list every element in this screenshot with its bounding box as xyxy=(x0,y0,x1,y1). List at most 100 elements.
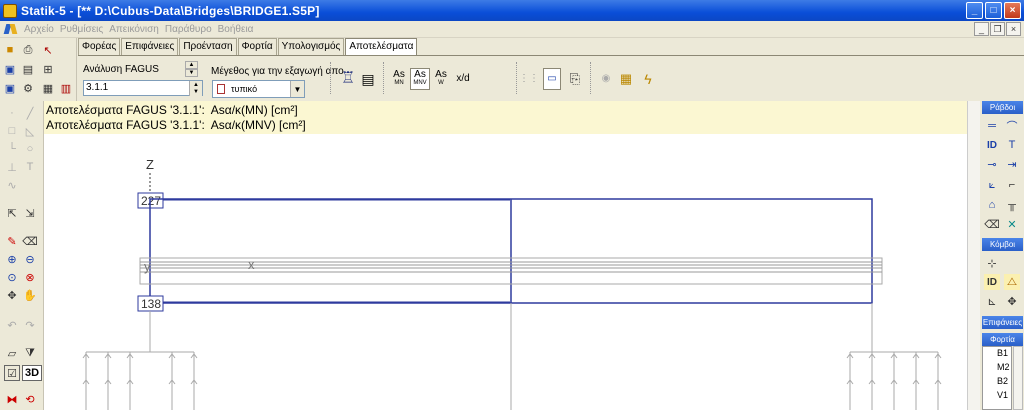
frame-icon[interactable]: ⌐ xyxy=(1004,177,1020,193)
node-icon[interactable]: ⊹ xyxy=(984,255,1000,271)
node-move-icon[interactable]: ✥ xyxy=(1004,293,1020,309)
lightning-icon[interactable]: ϟ xyxy=(638,68,658,90)
dimension-line-icon[interactable]: ⊥ xyxy=(4,159,20,175)
arrow-link-icon[interactable]: ⇥ xyxy=(1004,156,1020,172)
preview-icon[interactable]: ▤ xyxy=(20,61,36,77)
loads-scrollbar[interactable] xyxy=(1013,346,1023,410)
print-icon[interactable]: ⎙ xyxy=(20,42,36,58)
node-link-icon[interactable]: ⊸ xyxy=(984,156,1000,172)
zoom-in-icon[interactable]: ⊕ xyxy=(4,251,20,267)
node-id-icon[interactable]: ID xyxy=(984,274,1000,290)
tab-prestress[interactable]: Προένταση xyxy=(179,38,237,55)
point-icon[interactable]: · xyxy=(4,105,20,121)
rectangle-icon[interactable]: □ xyxy=(4,123,20,139)
as-mn-button[interactable]: As MN xyxy=(389,68,409,90)
menu-view[interactable]: Απεικόνιση xyxy=(106,24,162,35)
corner-icon[interactable]: └ xyxy=(4,141,20,157)
doc-close-button[interactable]: × xyxy=(1006,22,1021,36)
load-item-v1[interactable]: V1 xyxy=(997,390,1008,400)
menu-settings[interactable]: Ρυθμίσεις xyxy=(57,24,106,35)
view-3d-button[interactable]: 3D xyxy=(22,365,42,381)
load-item-b1[interactable]: B1 xyxy=(997,348,1008,358)
checkbox-icon[interactable]: ☑ xyxy=(4,365,20,381)
analysis-down-icon[interactable]: ▼ xyxy=(185,69,198,77)
circle-icon[interactable]: ○ xyxy=(22,141,38,157)
axis-icon[interactable]: ⟀ xyxy=(984,177,1000,193)
curved-beam-icon[interactable]: ⌒ xyxy=(1004,118,1020,134)
tab-structure[interactable]: Φορέας xyxy=(78,38,121,55)
eraser-icon[interactable]: ⌫ xyxy=(984,216,1000,232)
line-icon[interactable]: ╱ xyxy=(22,105,38,121)
menu-window[interactable]: Παράθυρο xyxy=(162,24,215,35)
zoom-out-icon[interactable]: ⊖ xyxy=(22,251,38,267)
plane-icon[interactable]: ▱ xyxy=(4,345,20,361)
support-icon[interactable]: ⌂ xyxy=(984,197,1000,213)
load-item-m2[interactable]: M2 xyxy=(997,362,1010,372)
mirror-icon[interactable]: ⧓ xyxy=(4,391,20,407)
save-as-icon[interactable]: ▣ xyxy=(2,80,18,96)
analysis-spinner[interactable]: 3.1.1 ▲ ▼ xyxy=(83,80,203,96)
tab-calculation[interactable]: Υπολογισμός xyxy=(277,38,345,55)
node-support-icon[interactable]: ⧍ xyxy=(1004,274,1020,290)
doc-restore-button[interactable]: ❐ xyxy=(990,22,1005,36)
chair-icon[interactable]: ♖ xyxy=(338,68,358,90)
curve-icon[interactable]: ∿ xyxy=(4,177,20,193)
scale-icon[interactable]: ⋮⋮⋮ xyxy=(519,68,549,90)
as-w-button[interactable]: As W xyxy=(431,68,451,90)
redo-icon[interactable]: ↷ xyxy=(22,317,38,333)
doc-minimize-button[interactable]: _ xyxy=(974,22,989,36)
bar-id-icon[interactable]: ID xyxy=(984,137,1000,153)
minimize-button[interactable]: _ xyxy=(966,2,983,19)
tab-surfaces[interactable]: Επιφάνειες xyxy=(121,38,179,55)
beam-icon[interactable]: ═ xyxy=(984,118,1000,134)
bars-header[interactable]: Ράβδοι xyxy=(982,101,1023,114)
export-icon[interactable]: ⎘ xyxy=(565,68,585,90)
copy-icon[interactable]: ⇲ xyxy=(22,205,38,221)
tab-results[interactable]: Αποτελέσματα xyxy=(345,38,418,55)
rotate-icon[interactable]: ⟲ xyxy=(22,391,38,407)
maximize-button[interactable]: □ xyxy=(985,2,1002,19)
document-icon[interactable] xyxy=(4,23,18,35)
nodes-header[interactable]: Κόμβοι xyxy=(982,238,1023,251)
delete-icon[interactable]: ✕ xyxy=(1004,216,1020,232)
chart-icon[interactable]: ▦ xyxy=(616,68,636,90)
vertical-scrollbar[interactable] xyxy=(967,101,980,410)
move-icon[interactable]: ⇱ xyxy=(4,205,20,221)
dimension-icon[interactable]: ▭ xyxy=(543,68,561,90)
sheet-icon[interactable]: ▤ xyxy=(358,68,378,90)
grid-icon[interactable]: ⊞ xyxy=(40,61,56,77)
node-axes-icon[interactable]: ⊾ xyxy=(984,293,1000,309)
pan-hand-icon[interactable]: ✋ xyxy=(22,287,38,303)
menu-file[interactable]: Αρχείο xyxy=(21,24,57,35)
loads-header[interactable]: Φορτία xyxy=(982,333,1023,346)
xd-button[interactable]: x/d xyxy=(451,68,475,90)
new-file-icon[interactable]: ■ xyxy=(2,42,18,58)
eraser-icon[interactable]: ⌫ xyxy=(22,233,38,249)
table-icon[interactable]: ▦ xyxy=(40,80,56,96)
analysis-up-icon[interactable]: ▲ xyxy=(185,61,198,69)
hinge-icon[interactable]: ╥ xyxy=(1004,197,1020,213)
undo-icon[interactable]: ↶ xyxy=(4,317,20,333)
chevron-down-icon[interactable]: ▼ xyxy=(290,81,304,97)
section-icon[interactable]: ⧩ xyxy=(22,345,38,361)
zoom-all-icon[interactable]: ⊗ xyxy=(22,269,38,285)
zoom-window-icon[interactable]: ⊙ xyxy=(4,269,20,285)
surfaces-header[interactable]: Επιφάνειες xyxy=(982,316,1023,329)
pencil-icon[interactable]: ✎ xyxy=(4,233,20,249)
view-icon[interactable]: ◉ xyxy=(596,68,616,90)
drawing-canvas[interactable]: Αποτελέσματα FAGUS '3.1.1': Asα/κ(MN) [c… xyxy=(44,101,980,410)
select-icon[interactable]: ↖ xyxy=(40,42,56,58)
save-icon[interactable]: ▣ xyxy=(2,61,18,77)
zoom-extents-icon[interactable]: ✥ xyxy=(4,287,20,303)
load-item-b2[interactable]: B2 xyxy=(997,376,1008,386)
text-icon[interactable]: T xyxy=(22,159,38,175)
tools-icon[interactable]: ⚙ xyxy=(20,80,36,96)
t-section-icon[interactable]: T xyxy=(1004,137,1020,153)
spin-down-icon[interactable]: ▼ xyxy=(189,88,202,96)
close-button[interactable]: × xyxy=(1004,2,1021,19)
size-select[interactable]: τυπικό ▼ xyxy=(212,80,305,98)
menu-help[interactable]: Βοήθεια xyxy=(215,24,257,35)
polygon-icon[interactable]: ◺ xyxy=(22,123,38,139)
tab-loads[interactable]: Φορτία xyxy=(237,38,277,55)
as-mnv-button[interactable]: As MNV xyxy=(410,68,430,90)
